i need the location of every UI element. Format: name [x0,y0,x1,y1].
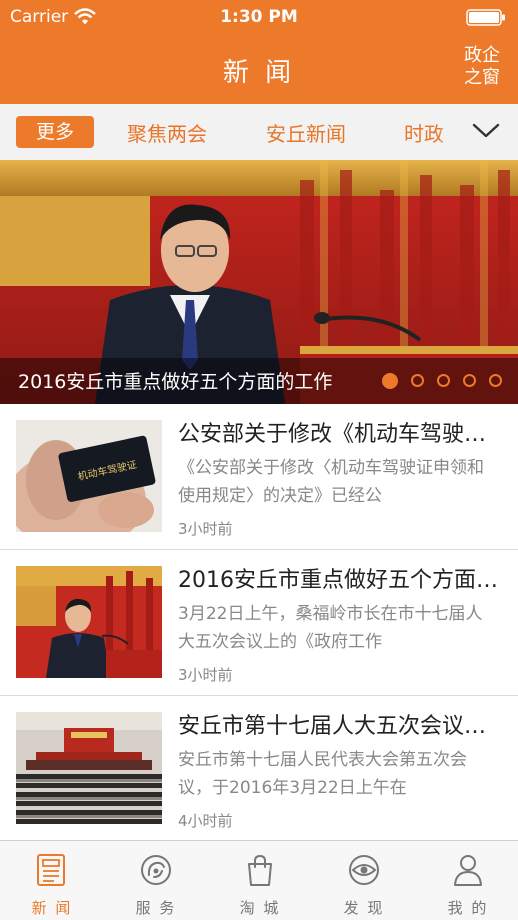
carousel-dot-5[interactable] [489,374,502,387]
tab-me[interactable]: 我 的 [416,841,518,920]
hero-banner[interactable]: 2016安丘市重点做好五个方面的工作 [0,160,518,404]
tab-label: 我 的 [447,899,489,917]
page-title: 新 闻 [222,58,296,88]
tab-service[interactable]: 服 务 [104,841,208,920]
status-bar: Carrier 1:30 PM [0,0,518,34]
news-summary: 安丘市第十七届人民代表大会第五次会议，于2016年3月22日上午在 [178,750,467,798]
news-time: 3小时前 [178,666,233,684]
carousel-pager[interactable] [382,373,502,389]
license-photo: 机动车驾驶证 [16,420,162,532]
shopping-bag-icon [248,854,272,886]
newspaper-icon [37,854,65,886]
user-icon [454,855,482,886]
news-time: 3小时前 [178,520,233,538]
news-title: 安丘市第十七届人大五次会议开幕 [178,714,500,739]
news-title: 公安部关于修改《机动车驾驶证申领和使用规定》的决定 [178,422,500,447]
hero-caption-bar: 2016安丘市重点做好五个方面的工作 [0,358,518,404]
gov-portal-label-2: 之窗 [464,67,500,88]
category-tab-politics[interactable]: 时政 [404,118,444,147]
gov-portal-button[interactable]: 政企 之窗 [460,45,504,89]
discover-eye-icon [349,855,379,885]
tab-shop[interactable]: 淘 城 [208,841,312,920]
status-time: 1:30 PM [220,7,298,27]
news-title: 2016安丘市重点做好五个方面的工作 [178,568,500,593]
tab-label: 服 务 [135,899,177,917]
news-item[interactable]: 2016安丘市重点做好五个方面的工作 3月22日上午，桑福岭市长在市十七届人大五… [0,550,518,696]
tab-bar: 新 闻 服 务 淘 城 发 现 我 的 [0,840,518,920]
tab-discover[interactable]: 发 现 [312,841,416,920]
category-bar: 更多 聚焦两会 安丘新闻 时政 [0,104,518,160]
tab-label: 发 现 [343,899,385,917]
gov-portal-label-1: 政企 [464,45,500,66]
tab-label: 新 闻 [31,899,73,917]
carousel-dot-4[interactable] [463,374,476,387]
chevron-down-icon[interactable] [472,122,500,140]
news-thumbnail [16,566,162,678]
news-summary: 3月22日上午，桑福岭市长在市十七届人大五次会议上的《政府工作 [178,604,483,652]
battery-icon [466,9,505,26]
assembly-hall-photo [16,712,162,824]
category-tab-focus-two-sessions[interactable]: 聚焦两会 [127,118,207,147]
hero-caption: 2016安丘市重点做好五个方面的工作 [18,371,333,393]
category-tab-anqiu-news[interactable]: 安丘新闻 [266,118,346,147]
speech-photo [16,566,162,678]
carousel-dot-2[interactable] [411,374,424,387]
news-item[interactable]: 机动车驾驶证 公安部关于修改《机动车驾驶证申领和使用规定》的决定 《公安部关于修… [0,404,518,550]
category-more-button[interactable]: 更多 [16,116,94,148]
news-item[interactable]: 安丘市第十七届人大五次会议开幕 安丘市第十七届人民代表大会第五次会议，于2016… [0,696,518,842]
news-time: 4小时前 [178,812,233,830]
tab-label: 淘 城 [239,899,281,917]
carousel-dot-1[interactable] [382,373,398,389]
carousel-dot-3[interactable] [437,374,450,387]
news-thumbnail [16,712,162,824]
app-header: Carrier 1:30 PM 新 闻 政企 之窗 [0,0,518,104]
news-thumbnail: 机动车驾驶证 [16,420,162,532]
tab-news[interactable]: 新 闻 [0,841,104,920]
news-summary: 《公安部关于修改〈机动车驾驶证申领和使用规定〉的决定》已经公 [178,458,484,506]
service-icon [141,855,171,885]
